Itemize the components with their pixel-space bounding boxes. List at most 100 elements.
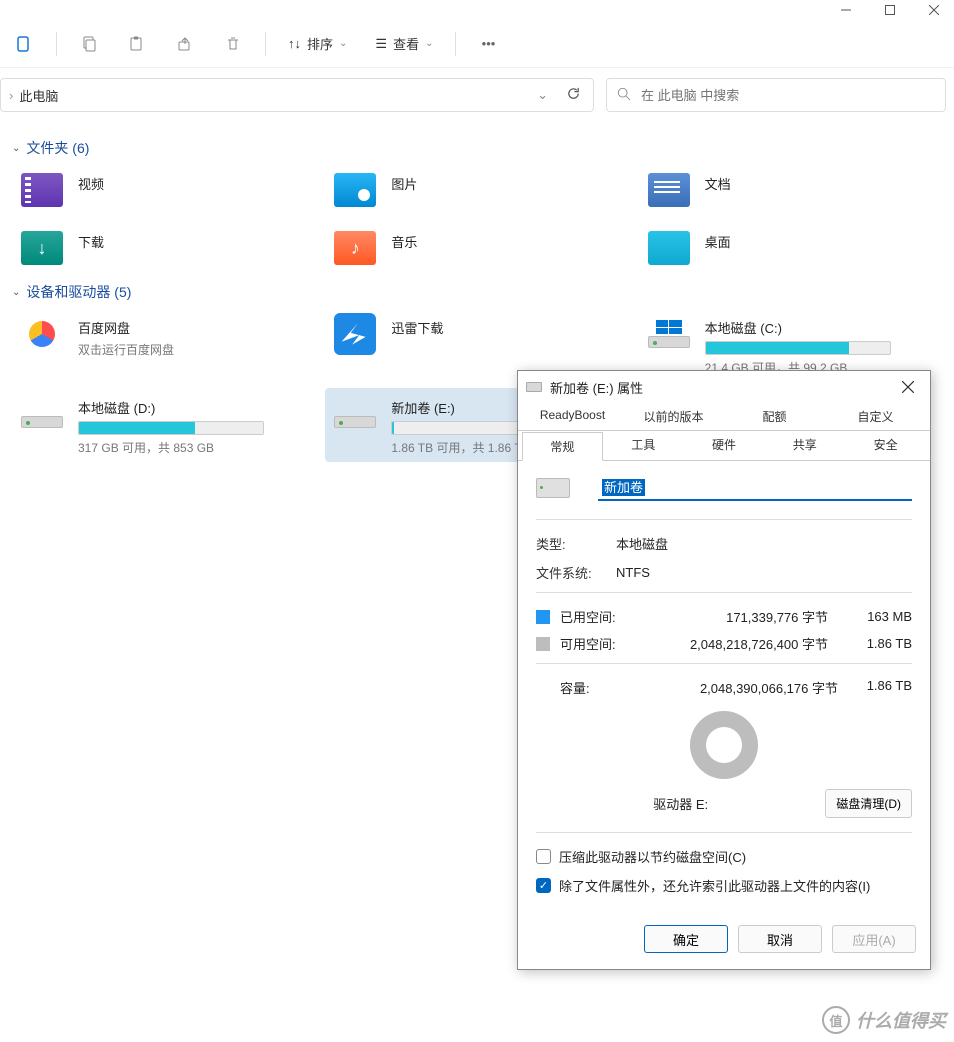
- used-swatch: [536, 610, 550, 624]
- checkbox-unchecked-icon[interactable]: [536, 849, 551, 864]
- tab-custom[interactable]: 自定义: [825, 403, 926, 430]
- chevron-down-icon: ⌄: [12, 287, 20, 298]
- chevron-down-icon: ⌄: [339, 38, 347, 49]
- dialog-title: 新加卷 (E:) 属性: [550, 378, 886, 397]
- video-folder-icon: [21, 173, 63, 207]
- dialog-close-button[interactable]: [894, 373, 922, 401]
- apply-button[interactable]: 应用(A): [832, 925, 916, 953]
- drive-letter-label: 驱动器 E:: [536, 794, 825, 813]
- music-folder-icon: [334, 231, 376, 265]
- drive-icon: [648, 320, 690, 348]
- tab-row-2: 常规 工具 硬件 共享 安全: [518, 431, 930, 461]
- view-label: 查看: [393, 34, 419, 53]
- index-checkbox-row[interactable]: ✓ 除了文件属性外，还允许索引此驱动器上文件的内容(I): [536, 876, 912, 895]
- drive-icon: [536, 478, 570, 498]
- used-space-row: 已用空间: 171,339,776 字节 163 MB: [536, 607, 912, 626]
- folder-music[interactable]: 音乐: [325, 222, 628, 274]
- used-bytes: 171,339,776 字节: [640, 607, 828, 626]
- chevron-down-icon: ⌄: [425, 38, 433, 49]
- window-title-bar: [0, 0, 954, 20]
- device-label: 百度网盘: [78, 318, 174, 337]
- watermark-text: 什么值得买: [856, 1007, 946, 1033]
- filesystem-label: 文件系统:: [536, 563, 616, 582]
- minimize-button[interactable]: [836, 0, 856, 20]
- tab-hardware[interactable]: 硬件: [684, 431, 765, 460]
- view-dropdown[interactable]: ☰ 查看 ⌄: [365, 26, 443, 62]
- dialog-titlebar[interactable]: 新加卷 (E:) 属性: [518, 371, 930, 403]
- device-label: 本地磁盘 (D:): [78, 398, 264, 417]
- compress-checkbox-row[interactable]: 压缩此驱动器以节约磁盘空间(C): [536, 847, 912, 866]
- share-button[interactable]: [165, 26, 205, 62]
- desktop-folder-icon: [648, 231, 690, 265]
- refresh-button[interactable]: [562, 86, 585, 104]
- folder-documents[interactable]: 文档: [639, 164, 942, 216]
- section-label: 设备和驱动器 (5): [26, 282, 131, 302]
- more-button[interactable]: •••: [468, 26, 508, 62]
- checkbox-checked-icon[interactable]: ✓: [536, 878, 551, 893]
- folder-downloads[interactable]: 下载: [12, 222, 315, 274]
- close-button[interactable]: [924, 0, 944, 20]
- dialog-body: 新加卷 类型:本地磁盘 文件系统:NTFS 已用空间: 171,339,776 …: [518, 461, 930, 915]
- type-label: 类型:: [536, 534, 616, 553]
- separator: [536, 663, 912, 664]
- tab-readyboost[interactable]: ReadyBoost: [522, 403, 623, 430]
- cancel-button[interactable]: 取消: [738, 925, 822, 953]
- free-swatch: [536, 637, 550, 651]
- search-icon: [617, 87, 631, 104]
- usage-bar: [78, 421, 264, 435]
- capacity-row: 容量: 2,048,390,066,176 字节 1.86 TB: [536, 678, 912, 697]
- breadcrumb-item[interactable]: 此电脑: [19, 86, 58, 105]
- search-box[interactable]: [606, 78, 946, 112]
- view-icon: ☰: [375, 36, 387, 52]
- folder-pictures[interactable]: 图片: [325, 164, 628, 216]
- folder-label: 文档: [705, 170, 731, 193]
- tab-general[interactable]: 常规: [522, 432, 603, 461]
- new-button[interactable]: [4, 26, 44, 62]
- folder-desktop[interactable]: 桌面: [639, 222, 942, 274]
- folder-videos[interactable]: 视频: [12, 164, 315, 216]
- capacity-human: 1.86 TB: [852, 678, 912, 697]
- properties-dialog: 新加卷 (E:) 属性 ReadyBoost 以前的版本 配额 自定义 常规 工…: [517, 370, 931, 970]
- free-space-row: 可用空间: 2,048,218,726,400 字节 1.86 TB: [536, 634, 912, 653]
- tab-sharing[interactable]: 共享: [764, 431, 845, 460]
- chevron-right-icon: ›: [9, 88, 13, 103]
- maximize-button[interactable]: [880, 0, 900, 20]
- search-input[interactable]: [641, 88, 935, 103]
- type-value: 本地磁盘: [616, 534, 912, 553]
- chevron-down-icon[interactable]: ⌄: [537, 87, 548, 103]
- document-folder-icon: [648, 173, 690, 207]
- disk-cleanup-button[interactable]: 磁盘清理(D): [825, 789, 912, 818]
- image-folder-icon: [334, 173, 376, 207]
- capacity-bytes: 2,048,390,066,176 字节: [630, 678, 838, 697]
- breadcrumb[interactable]: › 此电脑 ⌄: [0, 78, 594, 112]
- paste-button[interactable]: [117, 26, 157, 62]
- tab-quota[interactable]: 配额: [724, 403, 825, 430]
- free-label: 可用空间:: [560, 634, 630, 653]
- usage-bar: [705, 341, 891, 355]
- tab-previous-versions[interactable]: 以前的版本: [623, 403, 724, 430]
- baidu-icon: [21, 313, 63, 355]
- device-drive-d[interactable]: 本地磁盘 (D:) 317 GB 可用，共 853 GB: [12, 388, 315, 462]
- sort-label: 排序: [307, 34, 333, 53]
- drive-icon: [21, 400, 63, 428]
- free-bytes: 2,048,218,726,400 字节: [640, 634, 828, 653]
- section-devices-header[interactable]: ⌄ 设备和驱动器 (5): [12, 282, 942, 302]
- address-row: › 此电脑 ⌄: [0, 68, 954, 122]
- xunlei-icon: [334, 313, 376, 355]
- ok-button[interactable]: 确定: [644, 925, 728, 953]
- folder-label: 视频: [78, 170, 104, 193]
- separator: [536, 519, 912, 520]
- folder-label: 音乐: [391, 228, 417, 251]
- delete-button[interactable]: [213, 26, 253, 62]
- drive-icon: [526, 382, 542, 392]
- section-folders-header[interactable]: ⌄ 文件夹 (6): [12, 138, 942, 158]
- copy-button[interactable]: [69, 26, 109, 62]
- folders-grid: 视频 图片 文档 下载 音乐 桌面: [12, 164, 942, 274]
- separator: [536, 592, 912, 593]
- volume-name-input[interactable]: 新加卷: [598, 475, 912, 501]
- sort-dropdown[interactable]: ↑↓ 排序 ⌄: [278, 26, 357, 62]
- tab-security[interactable]: 安全: [845, 431, 926, 460]
- device-baidu[interactable]: 百度网盘双击运行百度网盘: [12, 308, 315, 382]
- tab-tools[interactable]: 工具: [603, 431, 684, 460]
- device-sub: 317 GB 可用，共 853 GB: [78, 439, 264, 456]
